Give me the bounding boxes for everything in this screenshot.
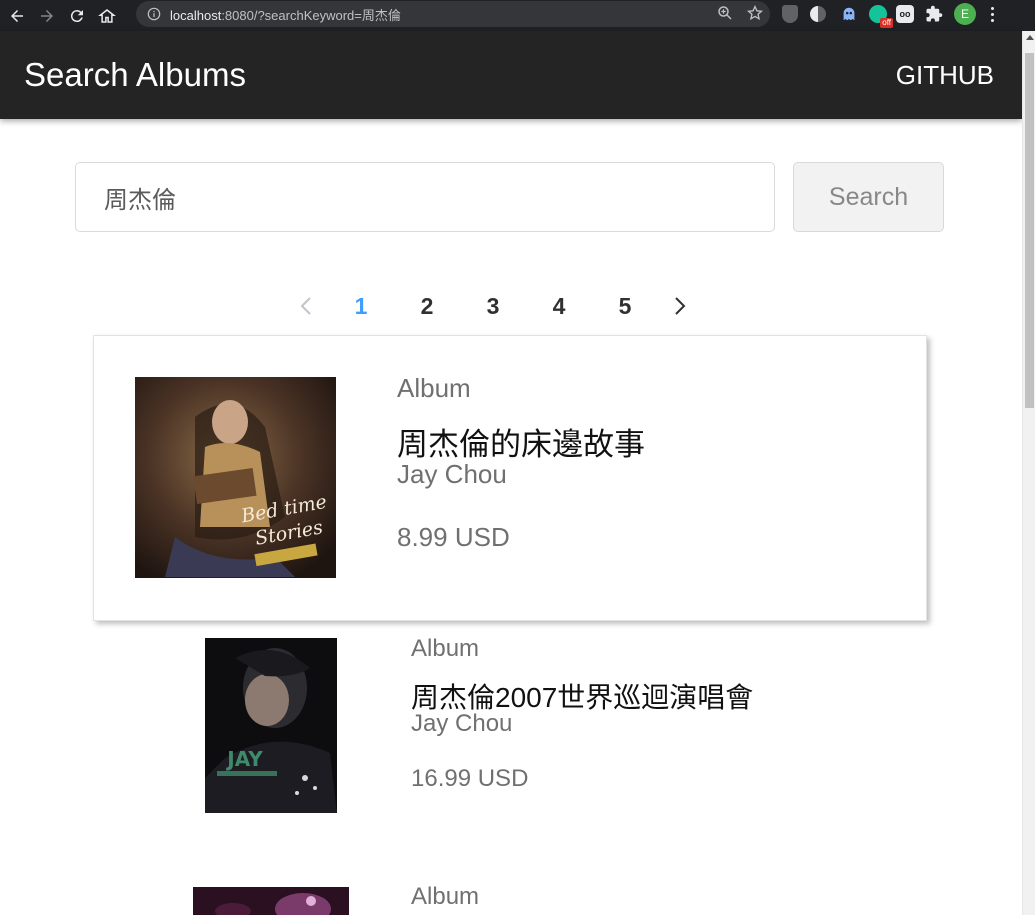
github-link[interactable]: GITHUB: [896, 60, 994, 91]
album-cover-image[interactable]: Bed time Stories: [135, 377, 336, 578]
page-number-3[interactable]: 3: [460, 293, 526, 320]
grammarly-icon[interactable]: off: [869, 5, 893, 28]
scrollbar-thumb[interactable]: [1025, 53, 1034, 408]
page-number-1[interactable]: 1: [328, 293, 394, 320]
app-header: Search Albums GITHUB: [0, 31, 1022, 119]
page-number-4[interactable]: 4: [526, 293, 592, 320]
forward-arrow-icon[interactable]: [34, 3, 60, 29]
oo-extension-icon[interactable]: oo: [896, 5, 914, 23]
album-price: 8.99 USD: [397, 522, 510, 552]
album-cover-image[interactable]: [193, 887, 349, 915]
search-input[interactable]: [75, 162, 775, 232]
half-circle-extension-icon[interactable]: [807, 3, 829, 25]
page-number-2[interactable]: 2: [394, 293, 460, 320]
profile-avatar[interactable]: E: [954, 3, 976, 25]
url-text: localhost:8080/?searchKeyword=周杰倫: [170, 5, 401, 24]
album-artist: Jay Chou: [397, 459, 507, 489]
album-type-label: Album: [397, 373, 471, 403]
album-type-label: Album: [411, 883, 480, 910]
home-icon[interactable]: [94, 3, 120, 29]
address-bar[interactable]: localhost:8080/?searchKeyword=周杰倫: [136, 1, 770, 27]
url-host: localhost: [170, 7, 222, 23]
back-arrow-icon[interactable]: [4, 3, 30, 29]
album-price: 16.99 USD: [411, 765, 529, 792]
album-type-label: Album: [411, 635, 480, 662]
extensions-puzzle-icon[interactable]: [923, 3, 945, 25]
zoom-icon[interactable]: [716, 4, 734, 27]
album-artist: Jay Chou: [411, 710, 513, 737]
album-title[interactable]: 周杰倫的床邊故事: [397, 419, 645, 464]
reload-icon[interactable]: [64, 3, 90, 29]
site-info-icon[interactable]: [146, 6, 162, 22]
extension-off-badge: off: [880, 18, 893, 28]
page-scrollbar[interactable]: [1022, 31, 1035, 915]
scroll-up-arrow-icon[interactable]: [1026, 35, 1034, 40]
ublock-shield-icon[interactable]: [782, 5, 798, 23]
next-page-chevron-icon[interactable]: [658, 290, 702, 322]
page-number-5[interactable]: 5: [592, 293, 658, 320]
browser-menu-icon[interactable]: [985, 6, 999, 22]
ghost-extension-icon[interactable]: [838, 3, 860, 25]
url-path: :8080/?searchKeyword=周杰倫: [221, 7, 401, 23]
cover-art-text: JAY: [225, 747, 263, 771]
prev-page-chevron-icon[interactable]: [284, 290, 328, 322]
page-title: Search Albums: [24, 56, 246, 93]
search-button[interactable]: Search: [793, 162, 944, 232]
pagination: 1 2 3 4 5: [284, 288, 702, 324]
album-cover-image[interactable]: JAY: [205, 638, 337, 813]
bookmark-star-icon[interactable]: [746, 4, 764, 27]
browser-toolbar: localhost:8080/?searchKeyword=周杰倫 off oo…: [0, 0, 1035, 31]
